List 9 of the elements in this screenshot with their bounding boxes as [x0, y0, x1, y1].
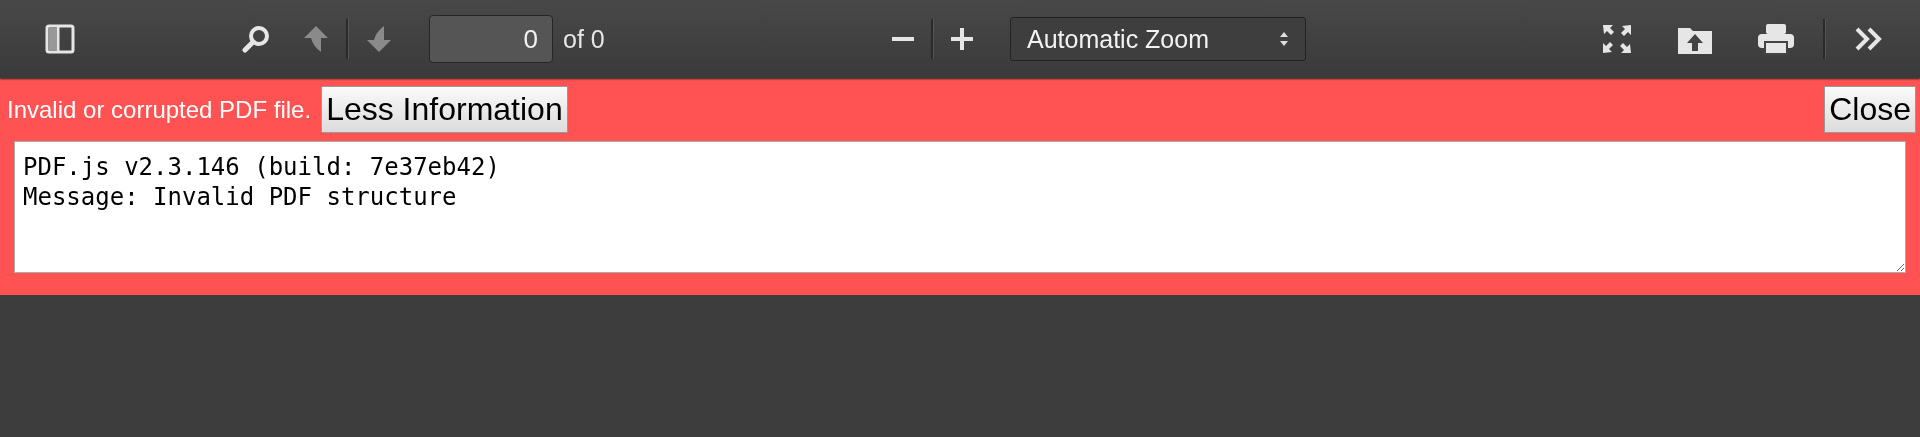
error-message: Invalid or corrupted PDF file. — [7, 95, 312, 124]
up-down-arrows-icon — [1279, 31, 1289, 47]
minus-icon — [892, 37, 914, 41]
zoom-select[interactable]: Automatic Zoom — [1010, 17, 1306, 61]
error-details-field[interactable]: PDF.js v2.3.146 (build: 7e37eb42) Message: Invalid PDF structure — [14, 141, 1906, 273]
page-number-field[interactable]: 0 — [429, 15, 553, 63]
page-count: of 0 — [563, 24, 605, 54]
less-information-button[interactable]: Less Information — [321, 86, 568, 133]
close-button[interactable]: Close — [1824, 86, 1916, 133]
